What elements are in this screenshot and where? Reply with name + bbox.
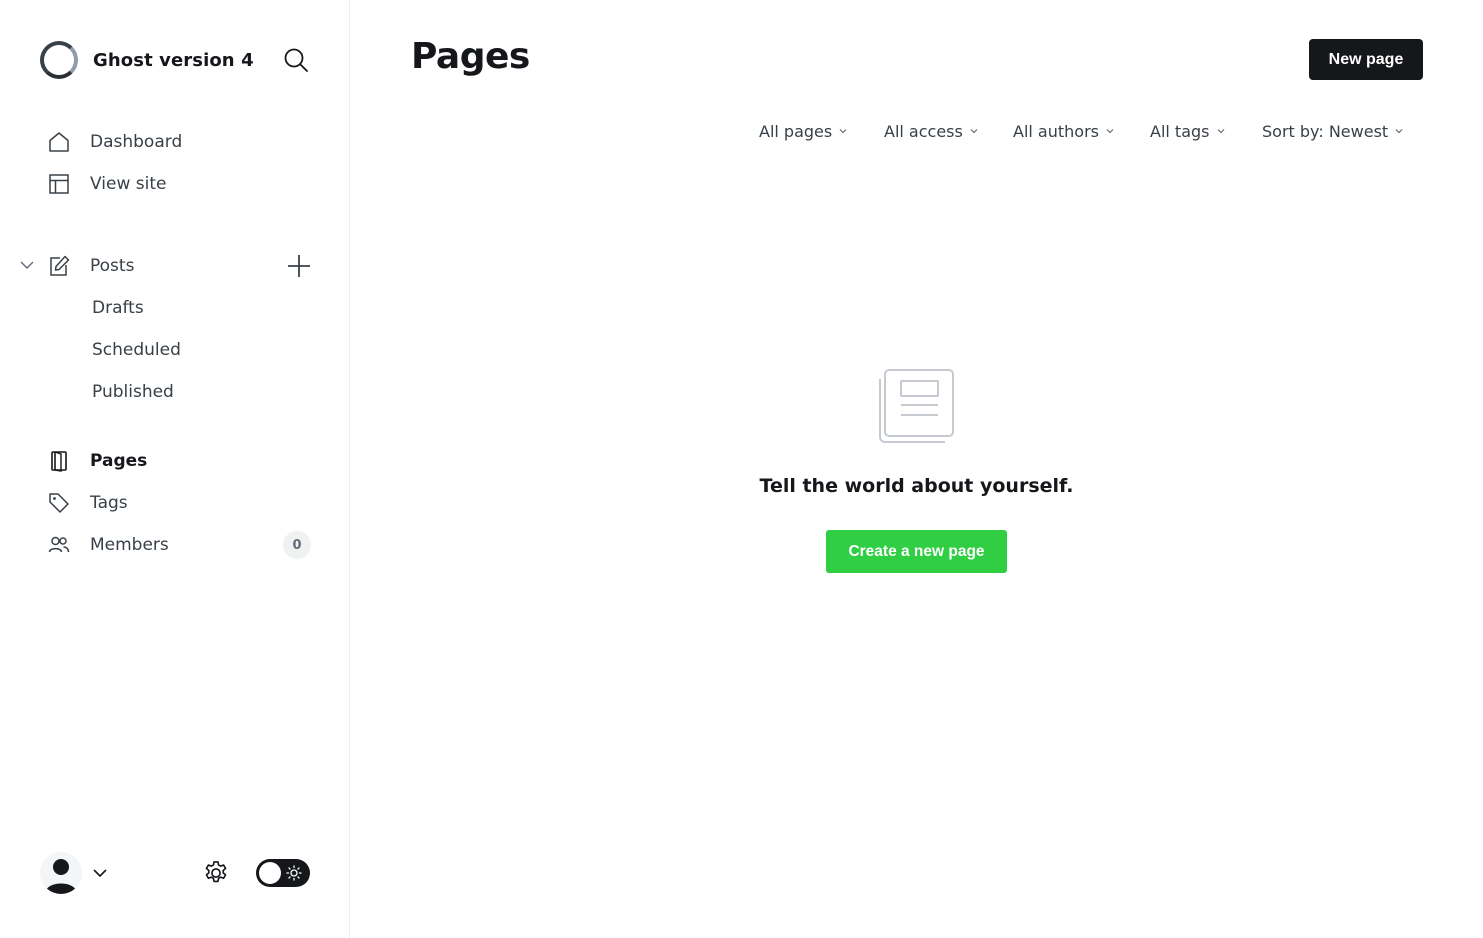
empty-state-message: Tell the world about yourself. bbox=[0, 475, 1483, 497]
members-icon bbox=[47, 533, 71, 557]
edit-icon bbox=[47, 254, 71, 278]
chevron-down-icon bbox=[970, 129, 978, 134]
sidebar-item-scheduled[interactable]: Scheduled bbox=[92, 336, 181, 364]
toggle-knob bbox=[259, 862, 281, 884]
gear-icon[interactable] bbox=[202, 859, 230, 887]
sidebar-item-label: Members bbox=[90, 535, 169, 555]
filter-label: All pages bbox=[759, 121, 833, 141]
search-icon[interactable] bbox=[283, 47, 309, 73]
chevron-down-icon bbox=[1106, 129, 1114, 134]
filter-access[interactable]: All access bbox=[884, 118, 979, 144]
chevron-down-icon bbox=[1217, 129, 1224, 134]
sidebar-item-label: Posts bbox=[90, 256, 135, 276]
page-icon bbox=[47, 449, 71, 473]
create-new-page-button[interactable]: Create a new page bbox=[826, 530, 1007, 573]
new-page-button[interactable]: New page bbox=[1309, 39, 1423, 80]
sidebar-item-drafts[interactable]: Drafts bbox=[92, 294, 144, 322]
filter-tags[interactable]: All tags bbox=[1150, 118, 1226, 144]
filter-authors[interactable]: All authors bbox=[1013, 118, 1115, 144]
chevron-down-icon[interactable] bbox=[92, 865, 108, 881]
filter-label: All access bbox=[884, 121, 963, 141]
plus-icon[interactable] bbox=[286, 253, 312, 279]
home-icon bbox=[47, 130, 71, 154]
sidebar-item-posts[interactable]: Posts bbox=[47, 251, 134, 281]
empty-state-text: Tell the world about yourself. bbox=[759, 475, 1074, 497]
sidebar-item-label: Pages bbox=[90, 451, 148, 471]
members-count-badge: 0 bbox=[283, 531, 311, 559]
sidebar-item-published[interactable]: Published bbox=[92, 378, 174, 406]
filter-label: All tags bbox=[1150, 121, 1210, 141]
filter-sort[interactable]: Sort by: Newest bbox=[1262, 118, 1404, 144]
sidebar-item-label: Dashboard bbox=[90, 132, 183, 152]
brand[interactable]: Ghost version 4 bbox=[40, 41, 254, 79]
filter-label: All authors bbox=[1013, 121, 1099, 141]
brand-name: Ghost version 4 bbox=[93, 49, 254, 71]
sidebar-item-dashboard[interactable]: Dashboard bbox=[47, 127, 182, 157]
ghost-logo-icon bbox=[40, 41, 78, 79]
layout-icon bbox=[47, 172, 71, 196]
empty-pages-icon bbox=[879, 369, 954, 443]
avatar[interactable] bbox=[40, 852, 82, 894]
sidebar-item-pages[interactable]: Pages bbox=[47, 446, 147, 476]
chevron-down-icon bbox=[1395, 129, 1403, 134]
chevron-down-icon bbox=[839, 129, 847, 134]
theme-toggle[interactable] bbox=[256, 859, 310, 887]
sidebar: Ghost version 4 Dashboard View site Post… bbox=[0, 0, 350, 938]
filter-label: Sort by: Newest bbox=[1262, 121, 1389, 141]
sidebar-item-members[interactable]: Members bbox=[47, 530, 169, 560]
chevron-down-icon[interactable] bbox=[19, 257, 35, 273]
sun-icon bbox=[286, 865, 302, 881]
page-title: Pages bbox=[411, 36, 530, 77]
sidebar-item-label: View site bbox=[90, 174, 167, 194]
filter-type[interactable]: All pages bbox=[759, 118, 848, 144]
sidebar-item-view-site[interactable]: View site bbox=[47, 169, 166, 199]
